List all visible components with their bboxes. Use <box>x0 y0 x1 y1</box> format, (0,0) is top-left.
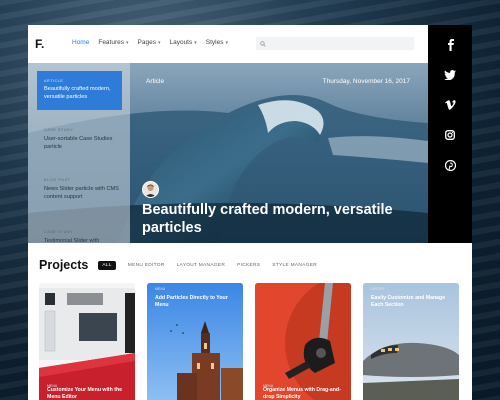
slider-item[interactable]: Case Study User-sortable Case Studies pa… <box>37 128 129 151</box>
search-box[interactable] <box>256 37 414 50</box>
site-logo[interactable]: F. <box>35 37 44 51</box>
facebook-icon[interactable] <box>442 37 458 53</box>
nav-features-label: Features <box>98 39 124 46</box>
slider-item-active[interactable]: Article Beautifully crafted modern, vers… <box>37 71 122 110</box>
author-avatar[interactable] <box>142 181 159 198</box>
card-title: Customize Your Menu with the Menu Editor <box>47 387 123 400</box>
hero-title[interactable]: Beautifully crafted modern, versatile pa… <box>142 201 412 237</box>
slider-item-category: Article <box>44 79 64 83</box>
vimeo-icon[interactable] <box>442 97 458 113</box>
building-image <box>39 283 135 400</box>
card-title: Easily Customize and Manage Each Section <box>371 295 446 308</box>
filter-menu-editor[interactable]: Menu Editor <box>128 263 165 268</box>
hero-category: Article <box>146 78 165 85</box>
main-nav: Home Features ▾ Pages ▾ Layouts ▾ Styles ▾ <box>72 39 228 46</box>
card-title: Add Particles Directly to Your Menu <box>155 295 228 308</box>
project-filters: All Menu Editor Layout Manager Pickers S… <box>98 260 317 270</box>
nav-home-label: Home <box>72 39 90 46</box>
slider-item-title: Beautifully crafted modern, versatile pa… <box>44 86 111 100</box>
slider-item-title: News Slider particle with CMS content su… <box>44 186 119 200</box>
nav-pages[interactable]: Pages ▾ <box>138 39 161 46</box>
slider-item-category: Case Study <box>44 230 74 234</box>
header-bar: F. Home Features ▾ Pages ▾ Layouts ▾ Styles… <box>28 25 428 63</box>
twitter-icon[interactable] <box>442 67 458 83</box>
nav-features[interactable]: Features ▾ <box>98 39 128 46</box>
social-bar <box>428 25 472 243</box>
filter-style-manager[interactable]: Style Manager <box>272 263 317 268</box>
pinterest-icon[interactable] <box>442 157 458 173</box>
nav-styles-label: Styles <box>205 39 224 46</box>
turntable-image <box>255 283 351 400</box>
nav-styles[interactable]: Styles ▾ <box>206 39 228 46</box>
project-card[interactable]: Menu Organize Menus with Drag-and-drop S… <box>255 283 351 400</box>
slider-item[interactable]: Case Study Testimonial Slider with <box>37 230 129 245</box>
filter-layout-manager[interactable]: Layout Manager <box>177 263 226 268</box>
chevron-down-icon: ▾ <box>194 39 197 46</box>
project-card[interactable]: Easily Customize and Manage Each Section… <box>363 283 459 400</box>
filter-all[interactable]: All <box>98 260 116 270</box>
slider-sidebar: Article Beautifully crafted modern, vers… <box>28 63 130 245</box>
instagram-icon[interactable] <box>442 127 458 143</box>
card-category: Layout <box>371 287 385 291</box>
slider-item-title: User-sortable Case Studies particle <box>44 136 113 150</box>
project-cards: Menu Customize Your Menu with the Menu E… <box>39 283 459 400</box>
filter-pickers[interactable]: Pickers <box>237 263 260 268</box>
card-category: Menu <box>155 287 166 291</box>
site-frame: F. Home Features ▾ Pages ▾ Layouts ▾ Styles… <box>28 25 472 400</box>
card-title: Organize Menus with Drag-and-drop Simpli… <box>263 387 341 400</box>
nav-pages-label: Pages <box>137 39 156 46</box>
slider-item-title: Testimonial Slider with <box>44 238 100 244</box>
projects-title: Projects <box>39 258 89 272</box>
search-input[interactable] <box>269 39 413 48</box>
chevron-down-icon: ▾ <box>126 39 129 46</box>
chevron-down-icon: ▾ <box>225 39 228 46</box>
slider-item-category: Blog Post <box>44 178 71 182</box>
search-icon <box>260 40 266 47</box>
slider-item[interactable]: Blog Post News Slider particle with CMS … <box>37 178 129 201</box>
hero-date: Thursday, November 16, 2017 <box>322 78 410 85</box>
project-card[interactable]: Menu Customize Your Menu with the Menu E… <box>39 283 135 400</box>
slider-item-category: Case Study <box>44 128 74 132</box>
nav-layouts[interactable]: Layouts ▾ <box>169 39 196 46</box>
projects-header: Projects All Menu Editor Layout Manager … <box>39 258 317 272</box>
chevron-down-icon: ▾ <box>157 39 161 46</box>
nav-home[interactable]: Home <box>72 39 89 46</box>
project-card[interactable]: Add Particles Directly to Your Menu Menu <box>147 283 243 400</box>
nav-layouts-label: Layouts <box>169 39 193 46</box>
